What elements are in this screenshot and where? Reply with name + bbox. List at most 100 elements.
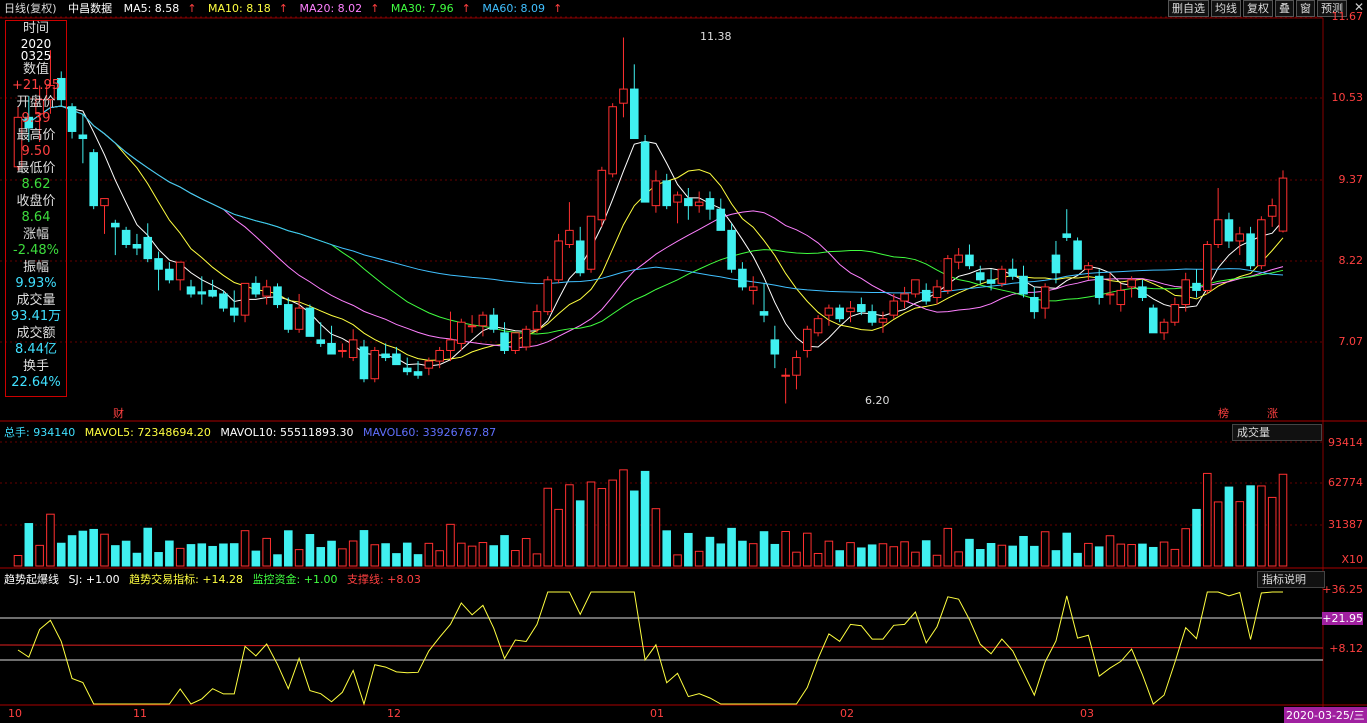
- candle-body: [521, 328, 531, 348]
- volume-bar: [554, 508, 563, 567]
- candle-body: [554, 240, 563, 281]
- indicator-name: 趋势起爆线: [4, 573, 59, 586]
- volume-bar: [1073, 552, 1082, 567]
- candle-body: [100, 198, 109, 207]
- header-bar: 日线(复权) 中昌数据 MA5: 8.58 ↑ MA10: 8.18 ↑ MA20:…: [0, 0, 570, 17]
- rank-tag[interactable]: 榜: [1218, 405, 1229, 421]
- candle-body: [1030, 296, 1039, 313]
- trade-indicator: 趋势交易指标: +14.28: [129, 573, 244, 586]
- candle-body: [457, 321, 466, 344]
- volume-bar: [781, 530, 790, 567]
- candle-body: [846, 307, 855, 313]
- volume-bar: [327, 540, 336, 567]
- volume-bar: [56, 542, 66, 567]
- candle-body: [651, 180, 661, 207]
- volume-dropdown[interactable]: 成交量: [1232, 424, 1322, 441]
- candle-body: [467, 325, 477, 328]
- indicator-header: 趋势起爆线 SJ: +1.00 趋势交易指标: +14.28 监控资金: +1.…: [4, 571, 427, 587]
- ma10-line: [17, 105, 1284, 361]
- candle-body: [619, 88, 628, 104]
- volume-bar: [305, 534, 315, 567]
- volume-bar: [273, 554, 282, 567]
- limit-up-tag[interactable]: 涨: [1267, 405, 1278, 421]
- volume-bar: [1084, 542, 1093, 567]
- candle-body: [78, 134, 88, 140]
- candle-body: [716, 208, 726, 231]
- info-high: 9.50: [21, 144, 51, 159]
- volume-bar: [435, 550, 444, 567]
- adjust-button[interactable]: 复权: [1243, 0, 1273, 17]
- volume-bar: [186, 544, 196, 567]
- volume-bar: [1030, 545, 1039, 567]
- ma10-up-icon: ↑: [278, 2, 288, 15]
- finance-tag[interactable]: 财: [113, 405, 124, 421]
- volume-bar: [532, 553, 542, 567]
- volume-bar: [997, 544, 1007, 567]
- window-button[interactable]: 窗: [1296, 0, 1315, 17]
- candle-body: [500, 332, 509, 351]
- mavol10-label: MAVOL10: 55511893.30: [220, 426, 354, 439]
- candle-body: [1267, 205, 1277, 217]
- volume-bar: [67, 535, 77, 567]
- volume-bar: [694, 550, 704, 567]
- volume-bar: [975, 549, 985, 567]
- period-label[interactable]: 日线(复权): [4, 2, 57, 15]
- volume-bar: [878, 543, 888, 567]
- kline-chart[interactable]: [0, 0, 1367, 723]
- volume-bar: [294, 549, 304, 567]
- x-label: 03: [1080, 707, 1094, 720]
- candle-body: [1105, 293, 1115, 296]
- ma-button[interactable]: 均线: [1211, 0, 1241, 17]
- volume-bar: [467, 545, 477, 567]
- vol-tick: 31387: [1328, 518, 1363, 531]
- remove-watchlist-button[interactable]: 删自选: [1168, 0, 1209, 17]
- info-open: 9.39: [21, 111, 51, 126]
- volume-bar: [381, 543, 390, 567]
- volume-bar: [1181, 528, 1190, 567]
- candle-body: [316, 339, 326, 344]
- volume-bar: [1008, 545, 1017, 567]
- volume-bar: [1127, 544, 1136, 567]
- candle-body: [802, 328, 812, 351]
- candle-body: [975, 272, 985, 281]
- candle-body: [284, 304, 293, 330]
- volume-bar: [802, 532, 812, 567]
- info-value-label: 数值: [22, 61, 49, 77]
- candle-body: [89, 152, 98, 207]
- volume-bar: [727, 527, 736, 567]
- volume-bar: [24, 523, 34, 567]
- volume-bar: [673, 554, 682, 567]
- volume-bar: [208, 545, 217, 567]
- ind-tick-current: +21.95: [1322, 612, 1363, 625]
- volume-bar: [197, 543, 207, 567]
- price-tick: 10.53: [1331, 91, 1364, 104]
- volume-bar: [284, 530, 293, 567]
- info-time-day: 0325: [20, 48, 52, 63]
- volume-bar: [1235, 501, 1245, 567]
- indicator-help-button[interactable]: 指标说明: [1257, 571, 1325, 588]
- volume-bar: [89, 528, 98, 567]
- candle-body: [111, 222, 120, 228]
- candle-body: [597, 169, 607, 221]
- info-change: -2.48%: [13, 243, 59, 258]
- candle-body: [1246, 233, 1255, 267]
- price-tick: 8.22: [1338, 254, 1364, 267]
- candle-body: [240, 282, 250, 316]
- volume-bar: [165, 540, 174, 567]
- cursor-date: 2020-03-25/三: [1284, 707, 1367, 723]
- overlay-button[interactable]: 叠: [1275, 0, 1294, 17]
- candle-body: [446, 339, 455, 351]
- candle-body: [932, 286, 942, 298]
- candle-body: [424, 360, 434, 369]
- ma5-up-icon: ↑: [187, 2, 197, 15]
- low-annotation: 6.20: [865, 394, 890, 407]
- candle-body: [1159, 321, 1169, 334]
- ma5-line: [17, 105, 1284, 367]
- volume-bar: [175, 547, 185, 567]
- volume-bar: [1278, 473, 1288, 567]
- ma60-label: MA60: 8.09: [482, 2, 546, 15]
- volume-bar: [1159, 541, 1169, 567]
- volume-bar: [846, 542, 855, 567]
- candle-body: [121, 229, 131, 246]
- volume-bar: [121, 540, 131, 567]
